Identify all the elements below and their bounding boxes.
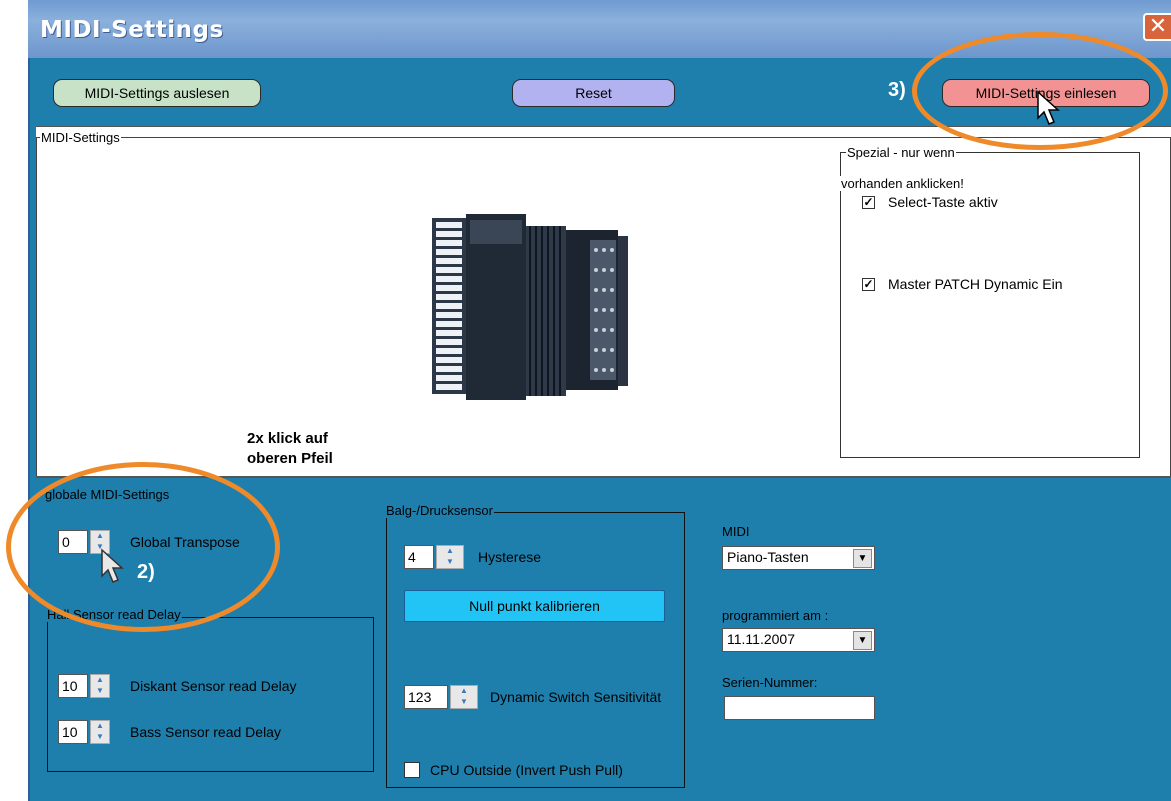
step-3-marker: 3) xyxy=(888,79,906,101)
hint-line2: oberen Pfeil xyxy=(247,450,333,467)
hint-line1: 2x klick auf xyxy=(247,430,328,447)
chevron-down-icon[interactable]: ▼ xyxy=(853,549,872,568)
bass-delay-stepper[interactable]: ▲ ▼ xyxy=(90,720,110,744)
window-title: MIDI-Settings xyxy=(40,17,224,43)
diskant-delay-input[interactable]: 10 xyxy=(58,674,88,698)
reset-button[interactable]: Reset xyxy=(512,79,675,107)
arrow-down-icon[interactable]: ▼ xyxy=(91,732,109,743)
programmed-date-value: 11.11.2007 xyxy=(727,631,795,647)
serial-number-input[interactable] xyxy=(724,696,875,720)
master-patch-dynamic-checkbox[interactable]: ✓ xyxy=(862,278,875,291)
arrow-down-icon[interactable]: ▼ xyxy=(437,557,463,568)
special-legend-line2: vorhanden anklicken! xyxy=(840,176,965,191)
arrow-up-icon[interactable]: ▲ xyxy=(91,675,109,686)
calibrate-zero-button[interactable]: Null punkt kalibrieren xyxy=(404,590,665,622)
arrow-up-icon[interactable]: ▲ xyxy=(451,686,477,697)
midi-label: MIDI xyxy=(722,524,750,539)
highlight-ring-transpose xyxy=(6,462,280,632)
arrow-down-icon[interactable]: ▼ xyxy=(451,697,477,708)
serial-number-label: Serien-Nummer: xyxy=(722,675,818,690)
dynamic-sensitivity-label: Dynamic Switch Sensitivität xyxy=(490,689,662,705)
checkmark-icon: ✓ xyxy=(863,195,874,209)
chevron-down-icon[interactable]: ▼ xyxy=(853,631,872,650)
special-legend-line1: Spezial - nur wenn xyxy=(846,145,956,160)
hysterese-stepper[interactable]: ▲ ▼ xyxy=(436,545,464,569)
mouse-cursor-icon xyxy=(1037,90,1060,125)
close-icon[interactable]: ✕ xyxy=(1143,13,1171,41)
master-patch-dynamic-label: Master PATCH Dynamic Ein xyxy=(888,276,1063,292)
balg-sensor-legend: Balg-/Drucksensor xyxy=(385,503,494,518)
programmed-date-label: programmiert am : xyxy=(722,608,829,623)
accordion-image xyxy=(432,214,628,400)
mouse-cursor-icon xyxy=(101,548,124,583)
dynamic-sensitivity-stepper[interactable]: ▲ ▼ xyxy=(450,685,478,709)
select-key-checkbox[interactable]: ✓ xyxy=(862,196,875,209)
midi-settings-legend: MIDI-Settings xyxy=(40,130,121,145)
select-key-label: Select-Taste aktiv xyxy=(888,194,998,210)
hysterese-input[interactable]: 4 xyxy=(404,545,434,569)
midi-select-value: Piano-Tasten xyxy=(727,549,809,565)
cpu-outside-label: CPU Outside (Invert Push Pull) xyxy=(430,762,623,778)
diskant-delay-stepper[interactable]: ▲ ▼ xyxy=(90,674,110,698)
dynamic-sensitivity-input[interactable]: 123 xyxy=(404,685,448,709)
bass-delay-input[interactable]: 10 xyxy=(58,720,88,744)
read-midi-settings-button[interactable]: MIDI-Settings auslesen xyxy=(53,79,261,107)
arrow-down-icon[interactable]: ▼ xyxy=(91,686,109,697)
arrow-up-icon[interactable]: ▲ xyxy=(437,546,463,557)
diskant-delay-label: Diskant Sensor read Delay xyxy=(130,678,297,694)
bass-delay-label: Bass Sensor read Delay xyxy=(130,724,281,740)
cpu-outside-checkbox[interactable] xyxy=(404,762,420,778)
hysterese-label: Hysterese xyxy=(478,549,542,565)
arrow-up-icon[interactable]: ▲ xyxy=(91,721,109,732)
checkmark-icon: ✓ xyxy=(863,277,874,291)
